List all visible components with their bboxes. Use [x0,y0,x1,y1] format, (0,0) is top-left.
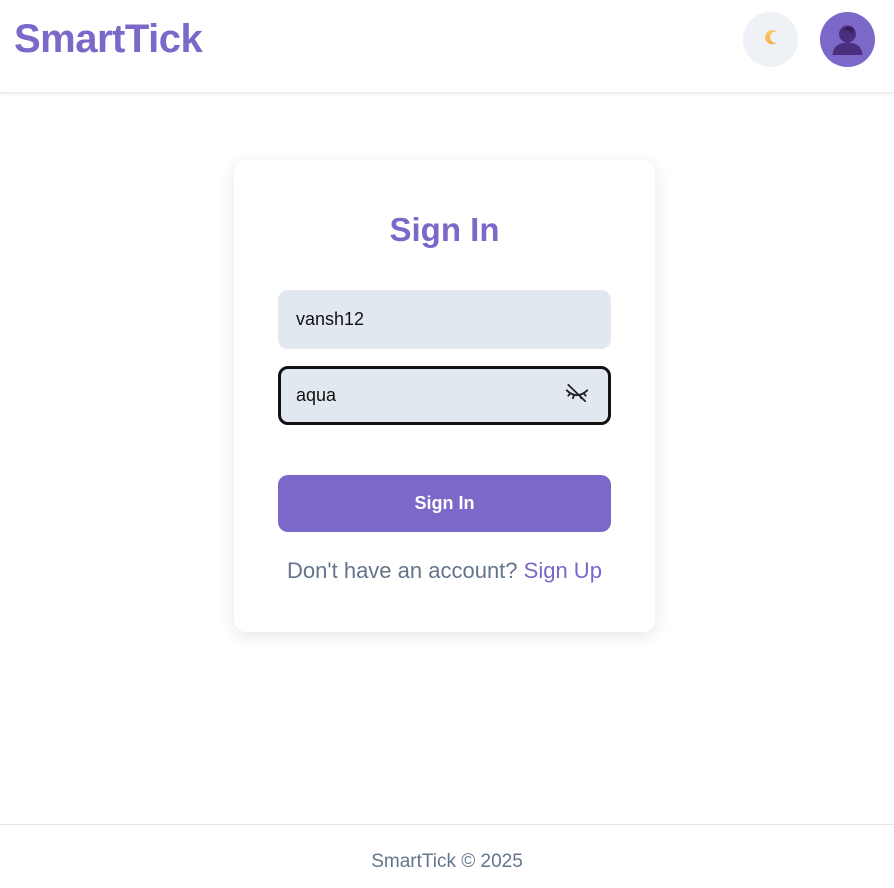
password-field[interactable] [278,366,611,425]
password-visibility-toggle[interactable] [564,383,590,409]
password-input[interactable] [296,369,546,422]
sign-in-heading: Sign In [389,211,500,248]
theme-toggle-button[interactable] [743,12,798,67]
top-header: SmartTick [0,0,894,93]
page-footer: SmartTick © 2025 [0,824,894,888]
username-field[interactable] [278,290,611,349]
sign-in-button[interactable]: Sign In [278,475,611,532]
sign-in-page: SmartTick Sign In vansh12 aqua Sign In D… [0,0,894,888]
user-avatar-icon [820,12,875,67]
eye-off-icon [564,380,590,411]
signup-prompt: Don't have an account? Sign Up [278,556,611,586]
user-avatar-button[interactable] [820,12,875,67]
sign-in-card: Sign In Sign In [234,160,655,632]
signup-prompt-text: Don't have an account? [287,558,518,583]
sign-up-link[interactable]: Sign Up [524,558,602,583]
footer-copyright: SmartTick © 2025 [371,851,523,872]
brand-logo-text[interactable]: SmartTick [14,14,203,64]
moon-icon [761,27,781,52]
username-input[interactable] [296,290,546,349]
